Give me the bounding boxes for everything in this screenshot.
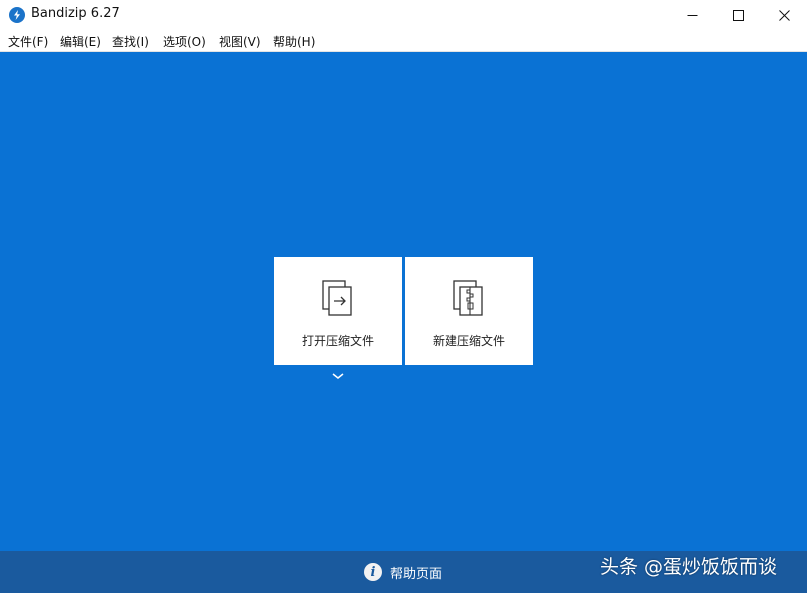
close-button[interactable] [761, 0, 807, 30]
close-icon [778, 9, 790, 21]
open-archive-button[interactable]: 打开压缩文件 [274, 257, 402, 365]
help-page-label: 帮助页面 [390, 566, 443, 582]
open-archive-label: 打开压缩文件 [301, 334, 374, 348]
menu-help[interactable]: 帮助(H) [273, 33, 315, 50]
minimize-button[interactable] [669, 0, 715, 30]
menu-bar: 文件(F) 编辑(E) 查找(I) 选项(O) 视图(V) 帮助(H) [0, 30, 807, 52]
info-icon: i [364, 563, 382, 581]
open-archive-icon [322, 280, 352, 316]
window-title: Bandizip 6.27 [31, 6, 120, 21]
new-archive-label: 新建压缩文件 [432, 334, 505, 348]
maximize-button[interactable] [715, 0, 761, 30]
menu-find[interactable]: 查找(I) [112, 33, 149, 50]
new-archive-icon [453, 280, 483, 316]
minimize-icon [687, 14, 697, 16]
new-archive-button[interactable]: 新建压缩文件 [405, 257, 533, 365]
menu-file[interactable]: 文件(F) [8, 33, 48, 50]
menu-view[interactable]: 视图(V) [219, 33, 261, 50]
menu-edit[interactable]: 编辑(E) [60, 33, 101, 50]
title-bar: Bandizip 6.27 [0, 0, 807, 30]
main-area: 打开压缩文件 新建压缩文件 [0, 52, 807, 551]
maximize-icon [732, 9, 744, 21]
menu-options[interactable]: 选项(O) [163, 33, 206, 50]
help-page-link[interactable]: i 帮助页面 [364, 562, 442, 582]
chevron-down-icon[interactable] [331, 371, 345, 381]
watermark-text: 头条 @蛋炒饭饭而谈 [600, 556, 778, 578]
bandizip-logo-icon [9, 7, 25, 23]
